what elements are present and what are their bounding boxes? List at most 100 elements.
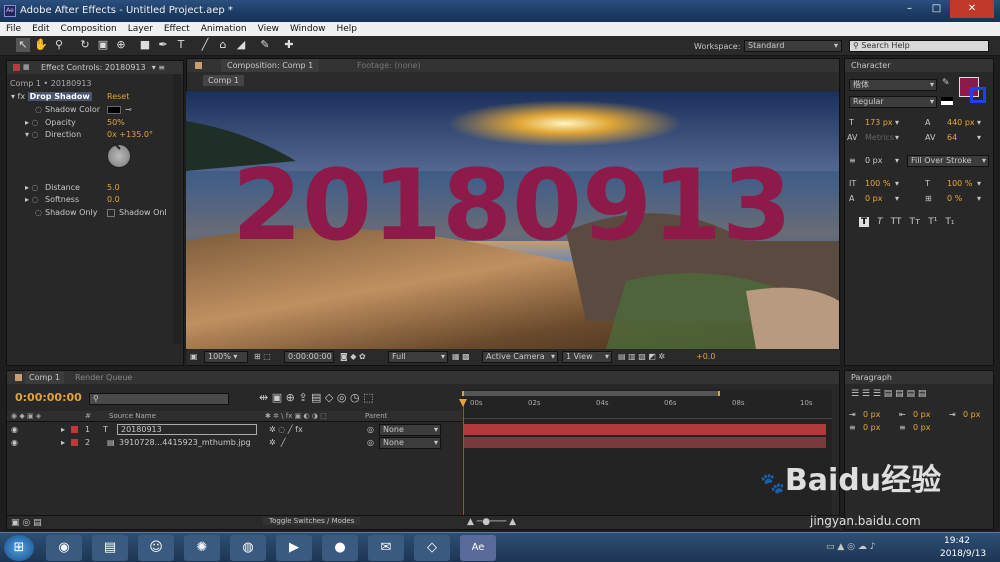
direction-value[interactable]: 0x +135.0°	[107, 129, 153, 141]
eraser-tool-icon[interactable]: ◢	[234, 38, 248, 52]
pan-behind-tool-icon[interactable]: ⊕	[114, 38, 128, 52]
zoom-tool-icon[interactable]: ⚲	[52, 38, 66, 52]
all-caps-button[interactable]: TT	[891, 217, 902, 227]
menu-edit[interactable]: Edit	[26, 24, 54, 34]
clock-time[interactable]: 19:42	[944, 536, 970, 546]
toggle-switches-button[interactable]: Toggle Switches / Modes	[263, 517, 361, 525]
minimize-button[interactable]: –	[896, 0, 923, 18]
menu-help[interactable]: Help	[330, 24, 362, 34]
composition-viewer[interactable]: 20180913	[186, 91, 839, 349]
current-time-field[interactable]: 0:00:00:00	[284, 351, 334, 363]
font-family-dropdown[interactable]: 楷体 ▾	[849, 79, 937, 91]
layer-name[interactable]: 3910728...4415923_mthumb.jpg	[119, 438, 251, 447]
clock-date[interactable]: 2018/9/13	[940, 549, 986, 559]
layer-bar-1[interactable]	[464, 424, 826, 435]
selection-tool-icon[interactable]: ↖	[16, 38, 30, 52]
taskbar-app-icon[interactable]: ▶	[276, 535, 312, 561]
zoom-slider[interactable]: ▲ ─●─── ▲	[467, 517, 516, 527]
pen-tool-icon[interactable]: ✒	[156, 38, 170, 52]
taskbar-360-icon[interactable]: ◉	[46, 535, 82, 561]
clone-tool-icon[interactable]: ⌂	[216, 38, 230, 52]
maximize-button[interactable]: □	[923, 0, 950, 18]
effect-header-drop-shadow[interactable]: ▾ fx Drop Shadow Reset	[11, 91, 187, 103]
tab-footage[interactable]: Footage: (none)	[357, 59, 421, 72]
layer-row[interactable]: ◉ ▸ 2 ▤ 3910728...4415923_mthumb.jpg ✲ ╱…	[7, 437, 462, 449]
tab-effect-controls[interactable]: ▦ Effect Controls: 20180913 ▾ ≡	[7, 61, 183, 74]
comp-text-layer[interactable]: 20180913	[232, 149, 792, 263]
menu-view[interactable]: View	[252, 24, 284, 34]
start-button[interactable]: ⊞	[4, 535, 34, 561]
taskbar-video-icon[interactable]: ✺	[184, 535, 220, 561]
subscript-button[interactable]: T₁	[945, 217, 954, 227]
expand-icon[interactable]: ▸	[61, 425, 65, 434]
taskbar-aftereffects-icon[interactable]: Ae	[460, 535, 496, 561]
menu-window[interactable]: Window	[284, 24, 331, 34]
snapshot-icon[interactable]: ◙ ◆ ✿	[340, 352, 366, 361]
footer-icons[interactable]: ▣ ◎ ▤	[11, 518, 42, 528]
taskbar-explorer-icon[interactable]: ▤	[92, 535, 128, 561]
resolution-dropdown[interactable]: Full ▾	[388, 351, 448, 363]
brush-tool-icon[interactable]: ╱	[198, 38, 212, 52]
menu-animation[interactable]: Animation	[195, 24, 252, 34]
tab-comp1[interactable]: Comp 1	[25, 371, 64, 384]
layer-name[interactable]: 20180913	[117, 424, 257, 435]
menu-effect[interactable]: Effect	[158, 24, 195, 34]
expand-icon[interactable]: ▸	[61, 438, 65, 447]
roto-brush-tool-icon[interactable]: ✎	[258, 38, 272, 52]
grid-icon[interactable]: ⊞ ⬚	[254, 352, 271, 361]
close-button[interactable]: ✕	[950, 0, 994, 18]
view-layout-dropdown[interactable]: 1 View ▾	[562, 351, 612, 363]
exposure-value[interactable]: +0.0	[696, 352, 715, 361]
eye-icon[interactable]: ◉	[11, 425, 18, 434]
faux-bold-button[interactable]: T	[859, 217, 870, 227]
effect-scrollbar[interactable]	[173, 74, 181, 344]
tray-icons[interactable]: ▭ ▲ ◎ ☁ ♪	[826, 542, 875, 552]
distance-value[interactable]: 5.0	[107, 182, 120, 194]
parent-dropdown[interactable]: None ▾	[379, 424, 441, 436]
parent-pickwhip-icon[interactable]: ◎	[367, 425, 374, 434]
always-preview-icon[interactable]: ▣	[190, 352, 198, 361]
layer-switches[interactable]: ✲ ╱	[269, 438, 286, 447]
camera-tool-icon[interactable]: ▣	[96, 38, 110, 52]
eyedropper-icon[interactable]: ⊸	[125, 104, 132, 116]
layer-row[interactable]: ◉ ▸ 1 T 20180913 ✲ ◌ ╱ fx ◎ None ▾	[7, 424, 462, 436]
direction-dial[interactable]	[107, 141, 131, 168]
zoom-dropdown[interactable]: 100% ▾	[204, 351, 248, 363]
workspace-dropdown[interactable]: Standard ▾	[744, 40, 842, 52]
work-area-bar[interactable]	[462, 391, 720, 396]
hand-tool-icon[interactable]: ✋	[34, 38, 48, 52]
timeline-timecode[interactable]: 0:00:00:00	[15, 391, 82, 404]
menu-composition[interactable]: Composition	[55, 24, 122, 34]
faux-italic-button[interactable]: T	[877, 217, 883, 227]
eyedropper-icon[interactable]: ✎	[942, 78, 950, 88]
type-tool-icon[interactable]: T	[174, 38, 188, 52]
align-buttons[interactable]: ☰ ☰ ☰ ▤ ▤ ▤ ▤	[851, 389, 926, 399]
black-white-swatch[interactable]	[941, 97, 953, 105]
tab-paragraph[interactable]: Paragraph	[845, 371, 993, 384]
taskbar-notes-icon[interactable]: ◇	[414, 535, 450, 561]
taskbar-record-icon[interactable]: ●	[322, 535, 358, 561]
search-help-field[interactable]: ⚲ Search Help	[849, 40, 989, 52]
layer-switches[interactable]: ✲ ◌ ╱ fx	[269, 425, 303, 434]
shadow-only-checkbox[interactable]	[107, 209, 115, 217]
region-icon[interactable]: ▦ ▩	[452, 352, 470, 361]
tab-composition[interactable]: Composition: Comp 1	[221, 59, 320, 72]
menu-layer[interactable]: Layer	[122, 24, 158, 34]
tab-render-queue[interactable]: Render Queue	[75, 371, 132, 384]
camera-dropdown[interactable]: Active Camera ▾	[482, 351, 558, 363]
parent-pickwhip-icon[interactable]: ◎	[367, 438, 374, 447]
taskbar-wechat-icon[interactable]: ✉	[368, 535, 404, 561]
lock-icon[interactable]: ▦	[23, 61, 30, 74]
stroke-mode-dropdown[interactable]: Fill Over Stroke ▾	[907, 155, 989, 167]
layer-search-field[interactable]: ⚲	[89, 393, 229, 405]
taskbar-firefox-icon[interactable]: ◍	[230, 535, 266, 561]
shadow-color-swatch[interactable]	[107, 106, 121, 114]
taskbar-qq-icon[interactable]: ☺	[138, 535, 174, 561]
label-color[interactable]	[71, 426, 78, 433]
parent-dropdown[interactable]: None ▾	[379, 437, 441, 449]
small-caps-button[interactable]: Tт	[909, 217, 920, 227]
reset-link[interactable]: Reset	[107, 91, 129, 103]
puppet-tool-icon[interactable]: ✚	[282, 38, 296, 52]
opacity-value[interactable]: 50%	[107, 117, 125, 129]
comp-subtab[interactable]: Comp 1	[203, 75, 244, 86]
